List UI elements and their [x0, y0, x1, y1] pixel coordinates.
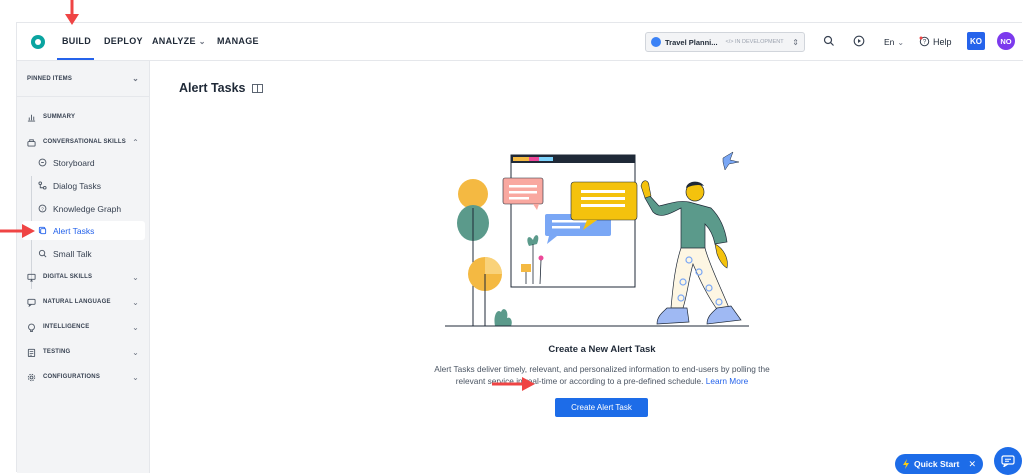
bot-icon: [651, 37, 661, 47]
page-title: Alert Tasks: [179, 81, 264, 95]
nav-analyze[interactable]: ANALYZE ⌄: [152, 36, 206, 46]
quick-start-button[interactable]: Quick Start ✕: [895, 454, 983, 474]
help-label: Help: [933, 36, 952, 47]
sidebar-item-intelligence[interactable]: INTELLIGENCE ⌄: [17, 320, 149, 334]
language-selector[interactable]: En ⌄: [884, 37, 904, 47]
org-avatar[interactable]: NO: [997, 32, 1015, 50]
dialog-tasks-icon: [38, 181, 47, 190]
bot-status: </> IN DEVELOPMENT: [725, 39, 784, 45]
sidebar-item-natural-language[interactable]: NATURAL LANGUAGE ⌄: [17, 295, 149, 309]
nav-manage[interactable]: MANAGE: [217, 36, 259, 46]
create-alert-task-button[interactable]: Create Alert Task: [555, 398, 648, 417]
description-line-1: Alert Tasks deliver timely, relevant, an…: [434, 364, 770, 374]
storyboard-icon: [38, 158, 47, 167]
bot-status-label: IN DEVELOPMENT: [735, 39, 784, 45]
knowledge-graph-icon: ?: [38, 204, 47, 213]
sidebar-item-testing[interactable]: TESTING ⌄: [17, 345, 149, 359]
alert-tasks-illustration: [445, 151, 749, 327]
sidebar-item-storyboard[interactable]: Storyboard: [17, 153, 149, 172]
sidebar-subitem-label: Knowledge Graph: [53, 203, 122, 214]
quick-start-label: Quick Start: [914, 459, 960, 469]
chevron-up-icon: ⌃: [132, 137, 139, 147]
bot-name: Travel Planni...: [665, 37, 718, 47]
sidebar-subitem-label: Dialog Tasks: [53, 180, 102, 191]
bot-selector[interactable]: Travel Planni... </> IN DEVELOPMENT ⇕: [645, 32, 805, 52]
sidebar-subitem-label: Small Talk: [53, 248, 92, 259]
sidebar-item-summary[interactable]: SUMMARY: [17, 110, 149, 124]
chevron-down-icon: ⌄: [132, 347, 139, 357]
annotation-arrow-alert-tasks: [0, 224, 35, 238]
learn-more-link[interactable]: Learn More: [706, 376, 748, 386]
close-icon[interactable]: ✕: [968, 459, 976, 470]
play-circle-icon[interactable]: [853, 35, 865, 47]
sidebar-item-knowledge-graph[interactable]: ? Knowledge Graph: [17, 199, 149, 218]
top-nav: BUILD DEPLOY ANALYZE ⌄ MANAGE Travel Plan…: [17, 23, 1023, 61]
svg-text:?: ?: [41, 206, 44, 212]
sidebar: PINNED ITEMS ⌄ SUMMARY CONVERSATIONAL SK…: [17, 61, 150, 473]
app-window: BUILD DEPLOY ANALYZE ⌄ MANAGE Travel Plan…: [16, 22, 1023, 475]
chevron-down-icon: ⌄: [132, 74, 139, 83]
nav-active-indicator: [57, 58, 94, 60]
sidebar-item-configurations[interactable]: CONFIGURATIONS ⌄: [17, 370, 149, 384]
chevron-down-icon: ⌄: [132, 297, 139, 307]
pinned-items-label: PINNED ITEMS: [27, 75, 73, 82]
page-title-text: Alert Tasks: [179, 81, 246, 95]
chevron-down-icon: ⌄: [132, 372, 139, 382]
chevron-down-icon: ⌄: [132, 322, 139, 332]
chevron-down-icon: ⌄: [132, 272, 139, 282]
annotation-arrow-build: [65, 0, 79, 25]
brain-icon: [28, 323, 35, 332]
empty-state-heading: Create a New Alert Task: [548, 344, 656, 355]
nav-analyze-label: ANALYZE: [152, 36, 196, 46]
nav-deploy[interactable]: DEPLOY: [104, 36, 143, 46]
nav-build[interactable]: BUILD: [62, 36, 91, 46]
alert-tasks-icon: [38, 226, 47, 235]
empty-state-description: Alert Tasks deliver timely, relevant, an…: [405, 363, 799, 387]
app-logo-icon[interactable]: [31, 35, 45, 49]
sidebar-subitem-label: Alert Tasks: [53, 225, 95, 236]
sidebar-item-label: INTELLIGENCE: [43, 324, 90, 330]
language-label: En: [884, 37, 895, 47]
book-icon[interactable]: [252, 83, 264, 93]
conversation-icon: [27, 138, 36, 147]
help-icon: ?: [919, 36, 930, 47]
lightning-icon: [903, 459, 909, 469]
sidebar-item-label: CONFIGURATIONS: [43, 374, 101, 380]
help-link[interactable]: ? Help: [919, 36, 952, 47]
monitor-icon: [27, 273, 36, 282]
bar-chart-icon: [27, 114, 36, 122]
clipboard-icon: [27, 348, 36, 357]
sidebar-item-conversational-skills[interactable]: CONVERSATIONAL SKILLS ⌃: [17, 135, 149, 149]
search-icon[interactable]: [823, 35, 835, 47]
chat-icon: [1001, 455, 1015, 467]
chat-support-button[interactable]: [994, 447, 1022, 475]
small-talk-icon: [38, 249, 47, 258]
user-avatar[interactable]: KO: [967, 32, 985, 50]
sidebar-item-alert-tasks[interactable]: Alert Tasks: [22, 221, 145, 240]
sidebar-item-label: CONVERSATIONAL SKILLS: [43, 139, 126, 145]
sidebar-item-label: DIGITAL SKILLS: [43, 274, 93, 280]
gear-icon: [27, 373, 36, 381]
updown-chevron-icon: ⇕: [792, 37, 799, 47]
sidebar-item-label: NATURAL LANGUAGE: [43, 299, 111, 305]
sidebar-item-digital-skills[interactable]: DIGITAL SKILLS ⌄: [17, 270, 149, 284]
sidebar-subitem-label: Storyboard: [53, 157, 95, 168]
sidebar-item-label: TESTING: [43, 349, 71, 355]
sidebar-item-label: SUMMARY: [43, 114, 76, 120]
annotation-arrow-create-button: [492, 377, 535, 391]
sidebar-item-dialog-tasks[interactable]: Dialog Tasks: [17, 176, 149, 195]
chevron-down-icon: ⌄: [198, 37, 206, 46]
chevron-down-icon: ⌄: [897, 38, 905, 47]
pinned-items-header[interactable]: PINNED ITEMS ⌄: [17, 61, 149, 97]
svg-text:?: ?: [923, 39, 927, 46]
sidebar-item-small-talk[interactable]: Small Talk: [17, 244, 149, 263]
chat-bubble-icon: [27, 298, 36, 307]
